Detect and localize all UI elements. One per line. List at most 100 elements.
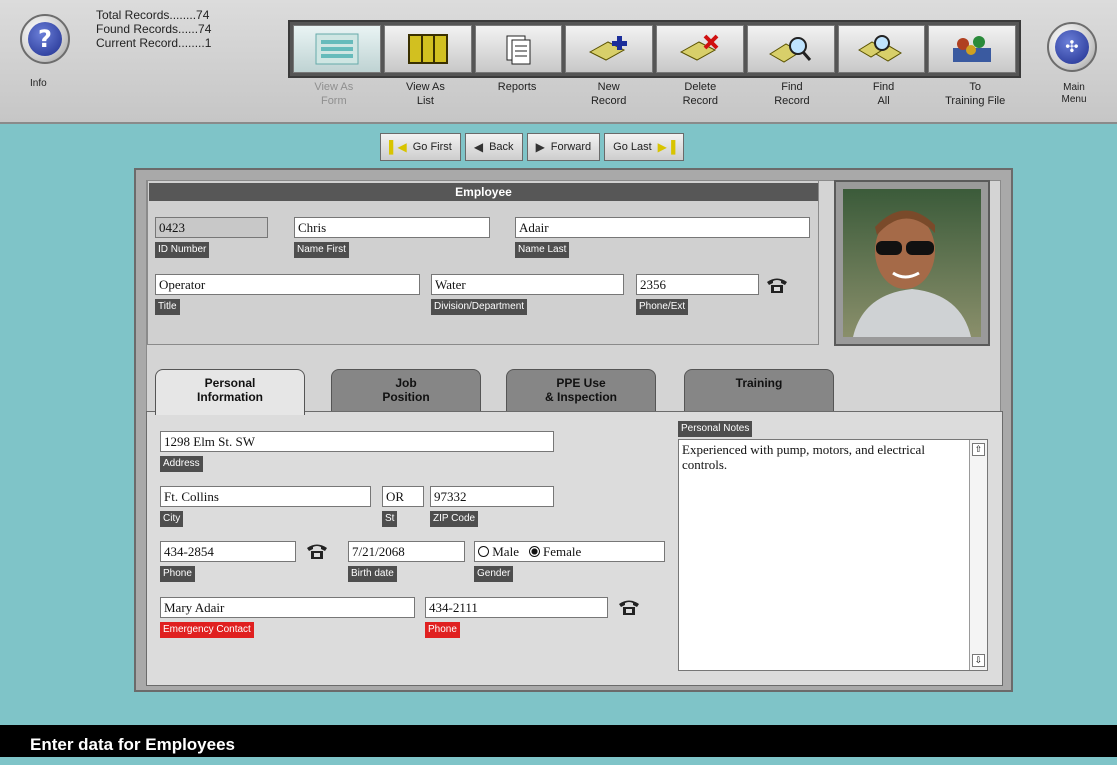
to-training-file-button[interactable] <box>928 25 1016 73</box>
emergency-contact-label: Emergency Contact <box>160 622 254 638</box>
view-as-list-button[interactable] <box>383 25 472 73</box>
birth-date-field[interactable]: 7/21/2068 <box>348 541 465 562</box>
employee-header: Employee <box>149 183 818 201</box>
tab-job-line1: Job <box>395 376 417 390</box>
employee-photo-frame <box>834 180 990 346</box>
toolbar-labels: View As Form View As List Reports New Recor… <box>288 80 1021 108</box>
name-last-field[interactable]: Adair <box>515 217 810 238</box>
tab-training[interactable]: Training <box>684 369 834 413</box>
view-as-form-button[interactable] <box>293 25 381 73</box>
form-icon <box>315 33 359 65</box>
total-records: Total Records........74 <box>96 8 210 22</box>
find-record-icon <box>768 37 811 63</box>
delete-record-label: Delete Record <box>682 81 719 107</box>
tab-personal-information[interactable]: Personal Information <box>155 369 305 415</box>
zip-code-field[interactable]: 97332 <box>430 486 554 507</box>
training-file-icon <box>953 36 992 62</box>
find-record-label: Find Record <box>774 81 810 107</box>
tab-training-line1: Training <box>735 376 783 390</box>
address-label: Address <box>160 456 203 472</box>
employee-photo <box>843 189 981 337</box>
forward-icon: ▶ <box>535 140 545 154</box>
address-field[interactable]: 1298 Elm St. SW <box>160 431 554 452</box>
record-stats: Total Records........74 Found Records...… <box>96 8 211 50</box>
personal-notes-label: Personal Notes <box>678 421 753 437</box>
new-record-button[interactable] <box>565 25 653 73</box>
tab-job-line2: Position <box>382 390 430 404</box>
back-button[interactable]: ◀ Back <box>464 133 523 161</box>
employee-section <box>147 180 819 345</box>
birth-date-label: Birth date <box>348 566 397 582</box>
back-label: Back <box>489 141 514 153</box>
back-icon: ◀ <box>473 140 484 154</box>
title-field[interactable]: Operator <box>155 274 420 295</box>
tab-ppe-line1: PPE Use <box>556 376 606 390</box>
phone-ext-field[interactable]: 2356 <box>636 274 759 295</box>
city-field[interactable]: Ft. Collins <box>160 486 371 507</box>
toolbar-button-strip <box>288 20 1021 78</box>
list-icon <box>407 34 448 64</box>
go-last-button[interactable]: Go Last ▶▐ <box>604 133 685 161</box>
zip-code-label: ZIP Code <box>430 511 479 527</box>
go-last-icon: ▶▐ <box>657 140 676 154</box>
notes-scrollbar[interactable]: ⇧ ⇩ <box>969 440 987 670</box>
main-menu-button[interactable]: ✣ <box>1047 22 1097 72</box>
tab-ppe-use-inspection[interactable]: PPE Use & Inspection <box>506 369 656 413</box>
personal-notes-textarea[interactable]: Experienced with pump, motors, and elect… <box>678 439 988 671</box>
phone-ext-label: Phone/Ext <box>636 299 689 315</box>
find-all-icon <box>858 35 903 62</box>
forward-label: Forward <box>550 141 592 153</box>
scroll-down-icon[interactable]: ⇩ <box>972 654 985 667</box>
phone-icon[interactable] <box>766 276 788 294</box>
tab-job-position[interactable]: Job Position <box>331 369 481 413</box>
name-last-label: Name Last <box>515 242 570 258</box>
state-field[interactable]: OR <box>382 486 424 507</box>
city-label: City <box>160 511 184 527</box>
phone-icon[interactable] <box>618 598 640 616</box>
division-label: Division/Department <box>431 299 528 315</box>
scroll-up-icon[interactable]: ⇧ <box>972 443 985 456</box>
current-record: Current Record........1 <box>96 36 212 50</box>
go-last-label: Go Last <box>613 141 652 153</box>
personal-notes-text: Experienced with pump, motors, and elect… <box>682 442 925 472</box>
emergency-phone-field[interactable]: 434-2111 <box>425 597 608 618</box>
name-first-field[interactable]: Chris <box>294 217 490 238</box>
female-label: Female <box>542 544 582 559</box>
find-all-button[interactable] <box>837 25 926 73</box>
gender-male-option[interactable]: Male <box>478 544 519 559</box>
go-first-button[interactable]: ▌◀ Go First <box>380 133 461 161</box>
name-first-label: Name First <box>294 242 349 258</box>
title-label: Title <box>155 299 180 315</box>
phone-label: Phone <box>160 566 195 582</box>
find-record-button[interactable] <box>746 25 835 73</box>
reports-label: Reports <box>497 81 537 93</box>
gender-female-option[interactable]: Female <box>528 544 582 559</box>
info-label: Info <box>30 78 47 89</box>
view-as-form-label: View As Form <box>314 81 354 107</box>
go-first-label: Go First <box>412 141 452 153</box>
id-number-label: ID Number <box>155 242 210 258</box>
phone-field[interactable]: 434-2854 <box>160 541 296 562</box>
tab-ppe-line2: & Inspection <box>544 390 617 404</box>
reports-button[interactable] <box>474 25 563 73</box>
record-navigation: ▌◀ Go First ◀ Back ▶ Forward Go Last ▶▐ <box>380 133 685 161</box>
phone-icon[interactable] <box>306 542 328 560</box>
tab-personal-line2: Information <box>197 390 263 404</box>
info-button[interactable]: ? <box>20 14 70 64</box>
to-training-file-label: To Training File <box>945 81 1006 107</box>
forward-button[interactable]: ▶ Forward <box>526 133 601 161</box>
division-field[interactable]: Water <box>431 274 624 295</box>
male-radio[interactable] <box>478 546 489 557</box>
delete-record-button[interactable] <box>656 25 744 73</box>
state-label: St <box>382 511 398 527</box>
toolbar: ? Info Total Records........74 Found Rec… <box>0 0 1117 124</box>
view-as-list-label: View As List <box>405 81 445 107</box>
new-record-icon <box>589 36 628 61</box>
found-records: Found Records......74 <box>96 22 212 36</box>
question-icon: ? <box>28 22 62 56</box>
delete-record-icon <box>679 34 719 61</box>
go-first-icon: ▌◀ <box>389 140 407 154</box>
female-radio[interactable] <box>528 546 540 557</box>
id-number-field[interactable]: 0423 <box>155 217 268 238</box>
emergency-contact-field[interactable]: Mary Adair <box>160 597 415 618</box>
